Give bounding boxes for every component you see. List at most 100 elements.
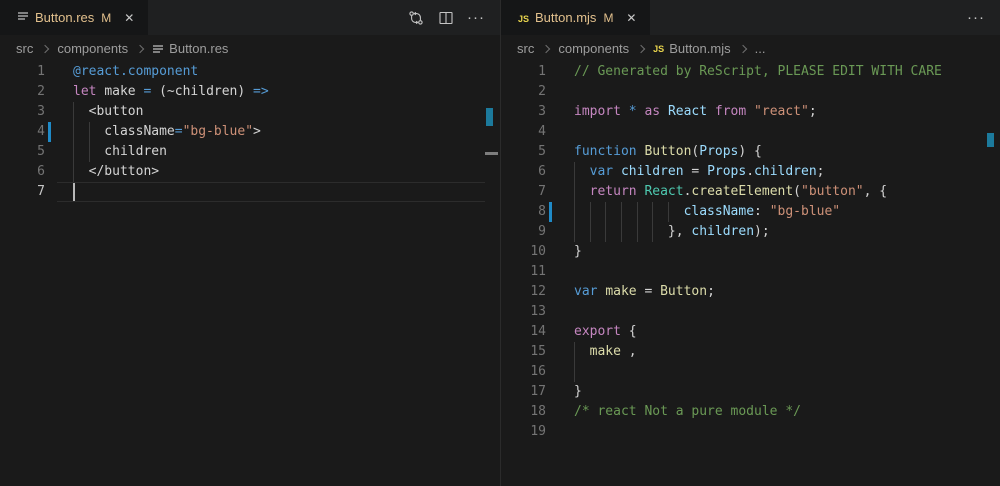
gutter-modified-indicator	[549, 202, 552, 222]
code-line: 10}	[501, 242, 1000, 262]
code-line: 13	[501, 302, 1000, 322]
code-line: 2 let make = (~children) =>	[0, 82, 500, 102]
code-text: function Button(Props) {	[574, 142, 762, 162]
indent-guide	[652, 202, 653, 242]
code-line: 1 // Generated by ReScript, PLEASE EDIT W…	[501, 62, 1000, 82]
tab-bar-right: JS Button.mjs M ✕ ···	[501, 0, 1000, 35]
breadcrumb-label: Button.res	[169, 41, 228, 56]
indent-guide	[621, 202, 622, 242]
chevron-right-icon	[542, 44, 550, 52]
breadcrumb: src components Button.res	[0, 35, 500, 62]
git-modified-badge: M	[603, 11, 613, 25]
code-text: <button	[73, 102, 143, 122]
code-line: 16	[501, 362, 1000, 382]
line-number: 19	[501, 422, 546, 442]
code-text: make ,	[574, 342, 637, 362]
code-line: 7 return React.createElement("button", {	[501, 182, 1000, 202]
chevron-right-icon	[738, 44, 746, 52]
indent-guide	[574, 162, 575, 242]
text-cursor	[73, 183, 75, 201]
line-number: 1	[0, 62, 45, 82]
code-editor-button-mjs[interactable]: 1 // Generated by ReScript, PLEASE EDIT W…	[501, 62, 1000, 486]
breadcrumb-label: src	[16, 41, 33, 56]
breadcrumb-item[interactable]: JSButton.mjs	[653, 41, 730, 56]
editor-actions-right: ···	[965, 0, 1000, 35]
code-text: import * as React from "react";	[574, 102, 817, 122]
code-text: }, children);	[574, 222, 770, 242]
vscode-editor-area: Button.res M ✕ ··· src components Button.r…	[0, 0, 1000, 486]
close-icon[interactable]: ✕	[623, 10, 639, 26]
js-file-icon: JS	[653, 44, 664, 54]
code-line: 6 var children = Props.children;	[501, 162, 1000, 182]
tab-bar-left: Button.res M ✕ ···	[0, 0, 500, 35]
code-text: var children = Props.children;	[574, 162, 825, 182]
code-text: /* react Not a pure module */	[574, 402, 801, 422]
breadcrumb-label: ...	[755, 41, 766, 56]
line-number: 10	[501, 242, 546, 262]
code-line: 4 className="bg-blue">	[0, 122, 500, 142]
line-number: 6	[0, 162, 45, 182]
res-file-icon	[17, 9, 29, 27]
chevron-right-icon	[136, 44, 144, 52]
indent-guide	[605, 202, 606, 242]
line-number: 7	[501, 182, 546, 202]
editor-actions-left: ···	[405, 0, 500, 35]
line-number: 1	[501, 62, 546, 82]
breadcrumb-label: src	[517, 41, 534, 56]
code-line: 17}	[501, 382, 1000, 402]
split-editor-button[interactable]	[435, 7, 457, 29]
breadcrumb-item[interactable]: components	[57, 41, 128, 56]
code-editor-button-res[interactable]: 1@react.component2 let make = (~children)…	[0, 62, 500, 486]
code-text: </button>	[73, 162, 159, 182]
code-line: 7	[0, 182, 500, 202]
line-number: 6	[501, 162, 546, 182]
line-number: 2	[0, 82, 45, 102]
code-text: var make = Button;	[574, 282, 715, 302]
code-line: 3 <button	[0, 102, 500, 122]
code-line: 5 function Button(Props) {	[501, 142, 1000, 162]
indent-guide	[73, 102, 74, 182]
close-icon[interactable]: ✕	[121, 10, 137, 26]
res-file-icon	[17, 10, 29, 22]
res-file-icon	[152, 43, 164, 55]
overview-ruler-modified-mark	[987, 133, 994, 147]
breadcrumb-item[interactable]: src	[16, 41, 33, 56]
breadcrumb-item[interactable]: ...	[755, 41, 766, 56]
overview-ruler-modified-mark	[486, 108, 493, 126]
line-number: 18	[501, 402, 546, 422]
gutter-modified-indicator	[48, 122, 51, 142]
breadcrumb-item[interactable]: Button.res	[152, 41, 228, 56]
code-line: 15 make ,	[501, 342, 1000, 362]
breadcrumb-item[interactable]: components	[558, 41, 629, 56]
js-file-icon: JS	[518, 14, 529, 24]
code-line: 6 </button>	[0, 162, 500, 182]
line-number: 5	[0, 142, 45, 162]
more-actions-button[interactable]: ···	[965, 7, 987, 29]
line-number: 4	[0, 122, 45, 142]
indent-guide	[637, 202, 638, 242]
code-text: // Generated by ReScript, PLEASE EDIT WI…	[574, 62, 942, 82]
tab-button-mjs[interactable]: JS Button.mjs M ✕	[501, 0, 650, 35]
code-line: 5 children	[0, 142, 500, 162]
code-line: 1@react.component	[0, 62, 500, 82]
more-actions-button[interactable]: ···	[465, 7, 487, 29]
line-number: 5	[501, 142, 546, 162]
ellipsis-icon: ···	[967, 13, 985, 23]
code-line: 19	[501, 422, 1000, 442]
code-text: children	[73, 142, 167, 162]
code-line: 9 }, children);	[501, 222, 1000, 242]
tab-title: Button.res	[35, 10, 94, 25]
editor-group-right: JS Button.mjs M ✕ ··· src components JSBut…	[500, 0, 1000, 486]
code-line: 2	[501, 82, 1000, 102]
breadcrumb-item[interactable]: src	[517, 41, 534, 56]
tab-button-res[interactable]: Button.res M ✕	[0, 0, 148, 35]
line-number: 3	[0, 102, 45, 122]
code-line: 11	[501, 262, 1000, 282]
line-number: 8	[501, 202, 546, 222]
chevron-right-icon	[41, 44, 49, 52]
code-line: 18 /* react Not a pure module */	[501, 402, 1000, 422]
indent-guide	[668, 202, 669, 222]
open-changes-button[interactable]	[405, 7, 427, 29]
code-text: let make = (~children) =>	[73, 82, 269, 102]
code-line: 3import * as React from "react";	[501, 102, 1000, 122]
